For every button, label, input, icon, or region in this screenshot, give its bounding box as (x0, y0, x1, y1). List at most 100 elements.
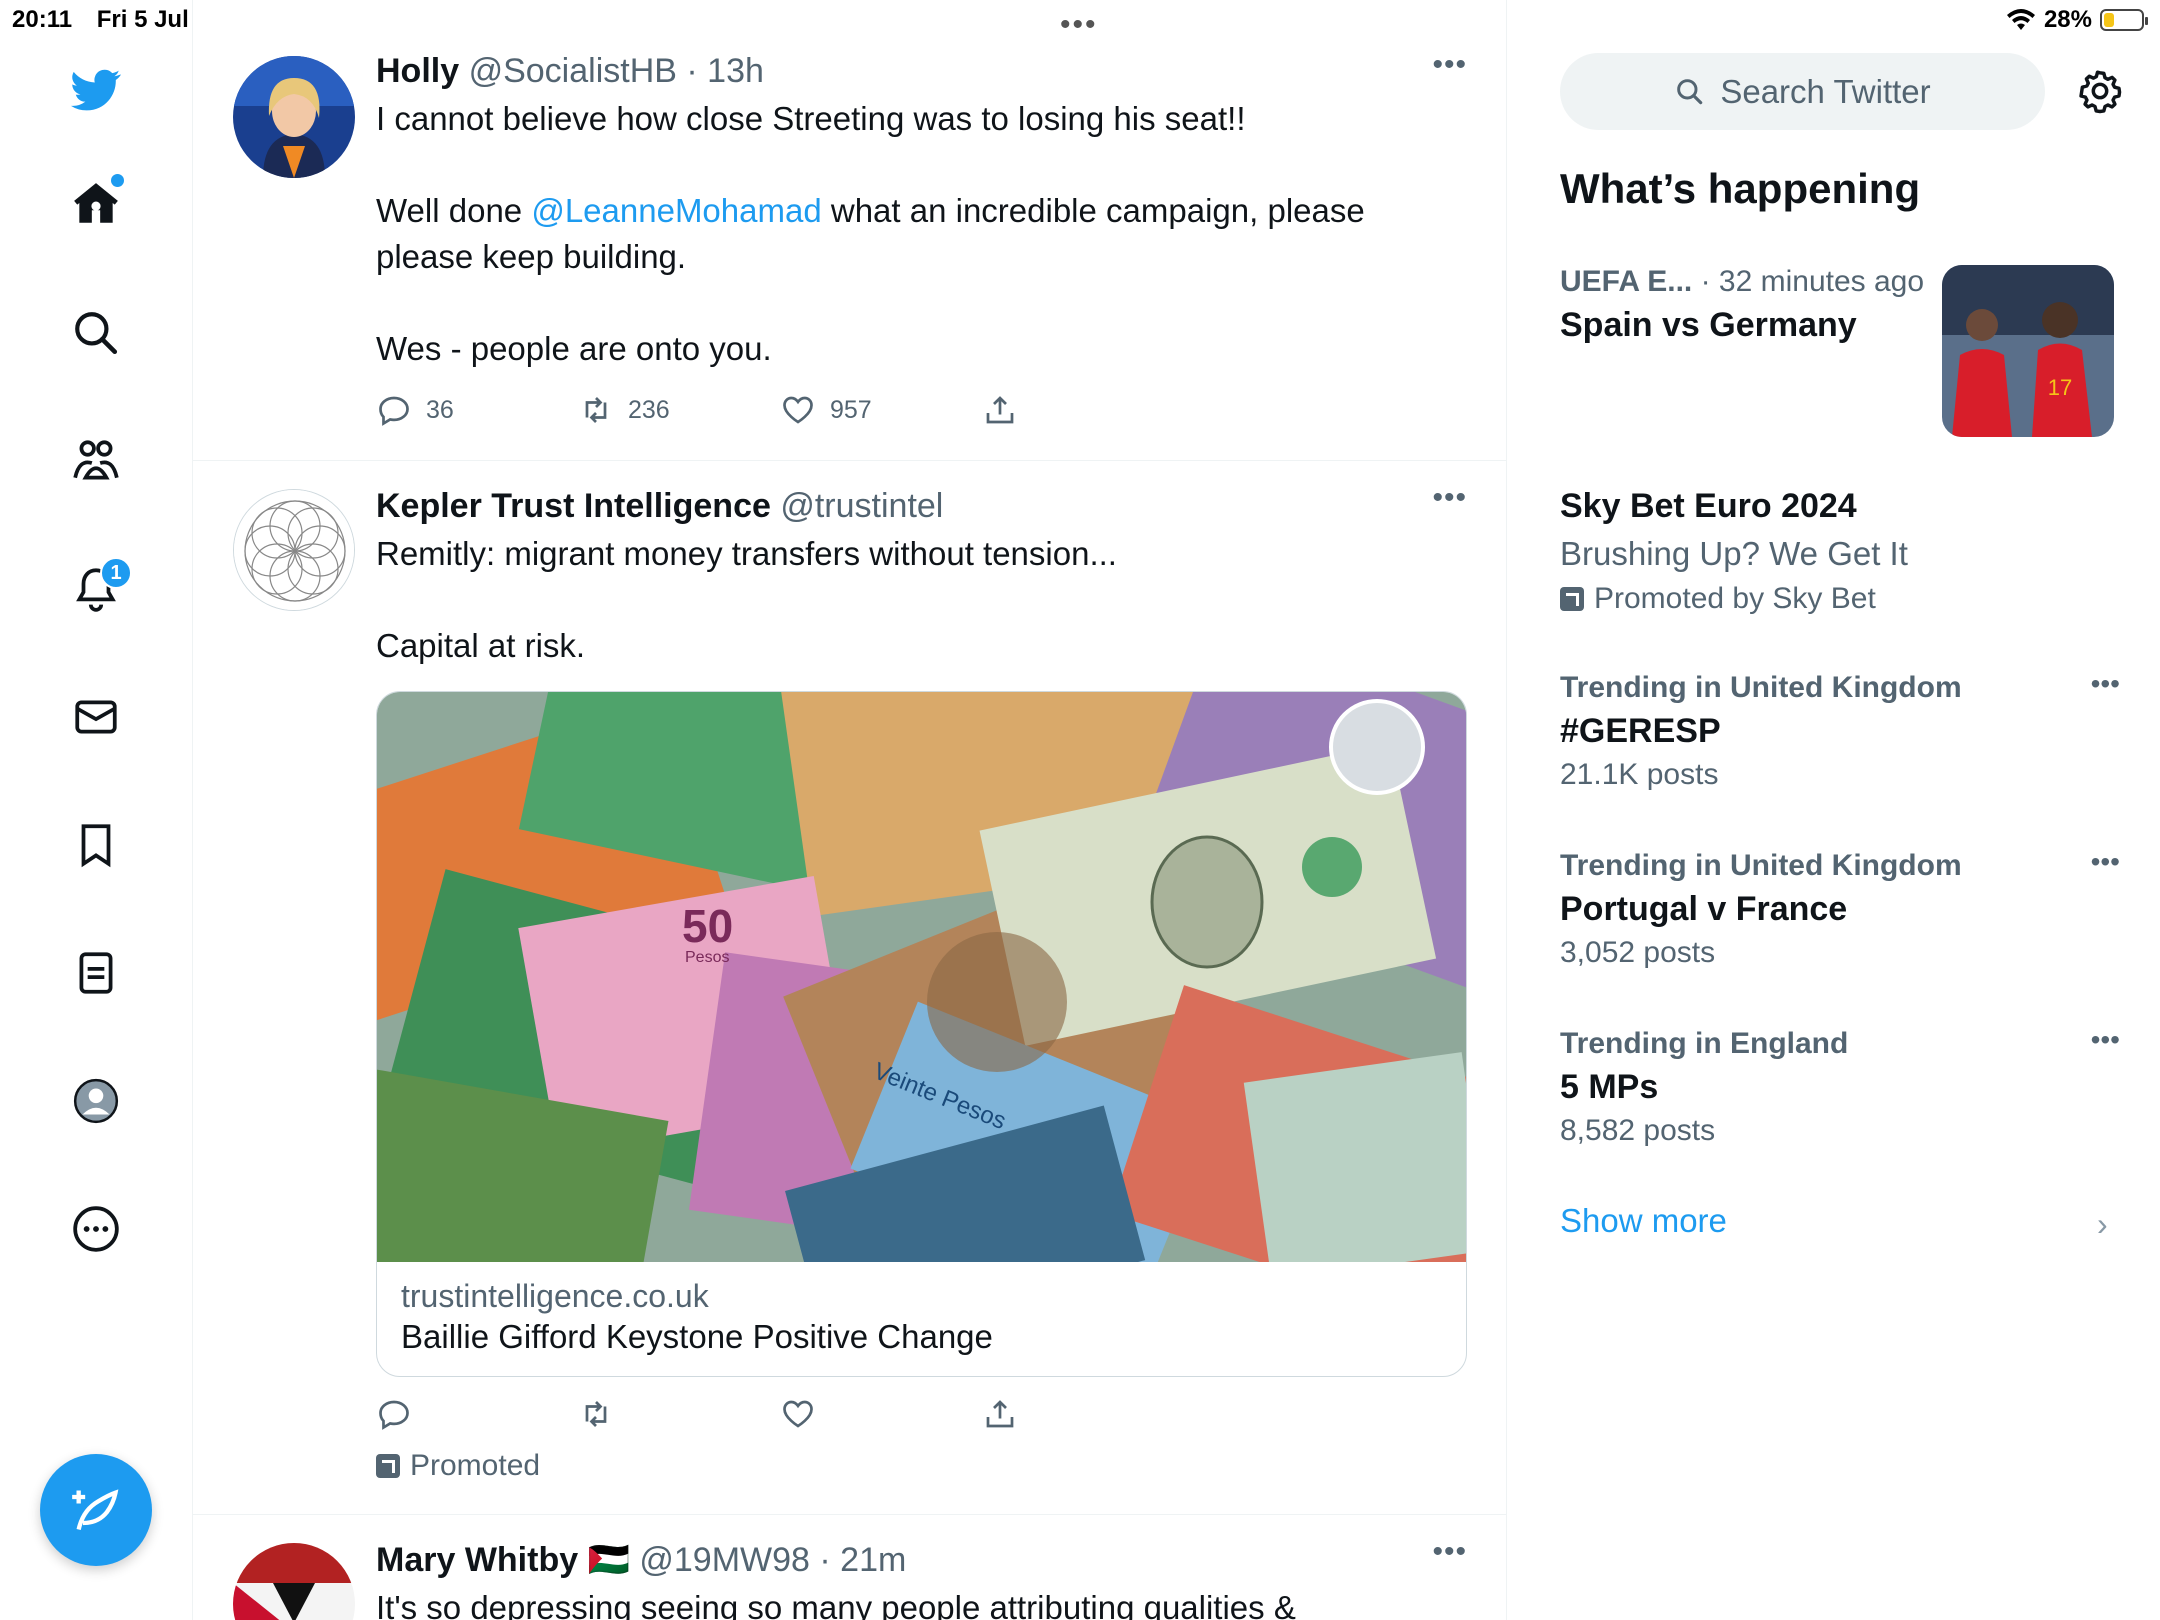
right-sidebar: Search Twitter What’s happening UEFA E..… (1507, 0, 2160, 1620)
trend-title: Portugal v France (1560, 890, 1848, 928)
tweet-content: Kepler Trust Intelligence @trustintel Re… (376, 485, 1467, 669)
author-flag: 🇵🇸 (587, 1541, 630, 1579)
share-icon (986, 396, 1014, 424)
promoted-text: Promoted (410, 1449, 541, 1482)
chevron-right-icon[interactable]: › (2097, 1206, 2108, 1243)
tweet-line: Capital at risk. (376, 627, 586, 664)
tweet-line: Well done @LeanneMohamad what an incredi… (376, 192, 1365, 275)
like-button[interactable]: 957 (780, 392, 982, 428)
trend-posts: 21.1K posts (1560, 758, 1719, 791)
retweet-icon (585, 397, 607, 423)
reply-icon (379, 1400, 409, 1430)
tweet-line: Wes - people are onto you. (376, 330, 772, 367)
like-button[interactable] (780, 1396, 982, 1432)
reply-icon (379, 396, 409, 426)
tweet-header: Mary Whitby 🇵🇸 @19MW98 · 21m (376, 1541, 907, 1579)
search-input[interactable]: Search Twitter (1560, 53, 2045, 130)
share-button[interactable] (982, 1396, 1184, 1432)
trend-more-button[interactable]: ••• (2091, 846, 2120, 878)
card-domain: trustintelligence.co.uk (401, 1278, 709, 1314)
author-handle[interactable]: @19MW98 (639, 1541, 810, 1579)
trend-title: 5 MPs (1560, 1068, 1659, 1106)
svg-text:17: 17 (2048, 375, 2072, 400)
reply-button[interactable]: 36 (376, 392, 578, 428)
trend-context: UEFA E... (1560, 265, 1693, 298)
search-icon[interactable] (60, 297, 132, 369)
compose-tweet-button[interactable] (40, 1454, 152, 1566)
trend-posts: 8,582 posts (1560, 1114, 1716, 1147)
tweet-actions: 36 236 957 (376, 392, 1184, 428)
card-image-text: 50 (682, 900, 733, 952)
gear-icon[interactable] (2077, 68, 2123, 114)
author-name[interactable]: Kepler Trust Intelligence (376, 487, 771, 525)
more-options-icon[interactable] (60, 1193, 132, 1265)
trend-more-button[interactable]: ••• (2091, 1024, 2120, 1056)
trend-item[interactable]: Trending in United Kingdom Portugal v Fr… (1560, 846, 2120, 974)
bookmarks-icon[interactable] (60, 809, 132, 881)
trend-item[interactable]: Trending in United Kingdom #GERESP 21.1K… (1560, 668, 2120, 796)
search-placeholder: Search Twitter (1720, 72, 1931, 110)
tweet-line: It's so depressing seeing so many people… (376, 1589, 1296, 1620)
reply-count: 36 (426, 395, 454, 424)
tweet-actions (376, 1396, 1184, 1432)
trend-item-promoted[interactable]: Sky Bet Euro 2024 Brushing Up? We Get It… (1560, 483, 2120, 619)
compose-feather-icon (72, 1489, 119, 1531)
link-card[interactable]: 50 Pesos Veinte Pesos trustintelligence.… (376, 691, 1467, 1377)
lists-icon[interactable] (60, 937, 132, 1009)
tweet-content: Holly @SocialistHB · 13h I cannot believ… (376, 50, 1467, 372)
tweet[interactable]: ••• Kepler Trust Intelligence @trustinte… (193, 461, 1507, 1515)
profile-icon[interactable] (60, 1065, 132, 1137)
author-handle[interactable]: @SocialistHB (469, 52, 677, 90)
tweet-text: Remitly: migrant money transfers without… (376, 531, 1467, 669)
tweet-text: It's so depressing seeing so many people… (376, 1585, 1467, 1620)
heart-icon (783, 396, 813, 424)
trend-time: · 32 minutes ago (1700, 265, 1925, 298)
trend-more-button[interactable]: ••• (2091, 668, 2120, 700)
tweet[interactable]: ••• Holly @SocialistHB · 13h I cannot be… (193, 0, 1507, 461)
share-button[interactable] (982, 392, 1184, 428)
trend-title: Spain vs Germany (1560, 306, 1857, 344)
tweet-line: Remitly: migrant money transfers without… (376, 535, 1117, 572)
trend-title: #GERESP (1560, 712, 1721, 750)
trend-subtitle: Brushing Up? We Get It (1560, 535, 1908, 572)
trend-context: Trending in England (1560, 1027, 1849, 1060)
tweet-time[interactable]: 21m (840, 1541, 906, 1579)
promoted-label: Promoted (376, 1449, 540, 1483)
reply-button[interactable] (376, 1396, 578, 1432)
trend-item[interactable]: UEFA E... · 32 minutes ago Spain vs Germ… (1560, 262, 1940, 348)
messages-icon[interactable] (60, 681, 132, 753)
promoted-icon (376, 1454, 400, 1478)
retweet-button[interactable]: 236 (578, 392, 780, 428)
mention-link[interactable]: @LeanneMohamad (531, 192, 821, 229)
card-footer: trustintelligence.co.uk Baillie Gifford … (377, 1262, 1466, 1372)
search-icon (1677, 78, 1703, 104)
retweet-count: 236 (628, 395, 670, 424)
author-name[interactable]: Holly (376, 52, 459, 90)
author-name[interactable]: Mary Whitby (376, 1541, 578, 1579)
show-more-link[interactable]: Show more (1560, 1202, 1727, 1240)
tweet[interactable]: ••• Mary Whitby 🇵🇸 @19MW98 · 21m It's so… (193, 1515, 1507, 1620)
home-new-dot (111, 174, 124, 187)
twitter-logo-icon[interactable] (60, 54, 132, 126)
communities-icon[interactable] (60, 425, 132, 497)
home-icon[interactable] (60, 168, 132, 240)
avatar[interactable] (233, 1543, 355, 1620)
author-handle[interactable]: @trustintel (780, 487, 943, 525)
retweet-icon (585, 1401, 607, 1427)
like-count: 957 (830, 395, 872, 424)
tweet-header: Kepler Trust Intelligence @trustintel (376, 485, 1467, 527)
notifications-badge: 1 (100, 557, 132, 589)
left-navigation: 1 (0, 0, 193, 1620)
avatar[interactable] (233, 489, 355, 611)
retweet-button[interactable] (578, 1396, 780, 1432)
tweet-line: I cannot believe how close Streeting was… (376, 100, 1246, 137)
trend-item[interactable]: Trending in England 5 MPs 8,582 posts ••… (1560, 1024, 2120, 1152)
section-title: What’s happening (1560, 165, 1921, 212)
trend-title: Sky Bet Euro 2024 (1560, 487, 1857, 525)
share-icon (986, 1400, 1014, 1428)
promoted-by: Promoted by Sky Bet (1594, 582, 1876, 615)
notifications-icon[interactable]: 1 (60, 553, 132, 625)
tweet-time[interactable]: 13h (707, 52, 764, 90)
avatar[interactable] (233, 56, 355, 178)
trend-context: Trending in United Kingdom (1560, 849, 1962, 882)
